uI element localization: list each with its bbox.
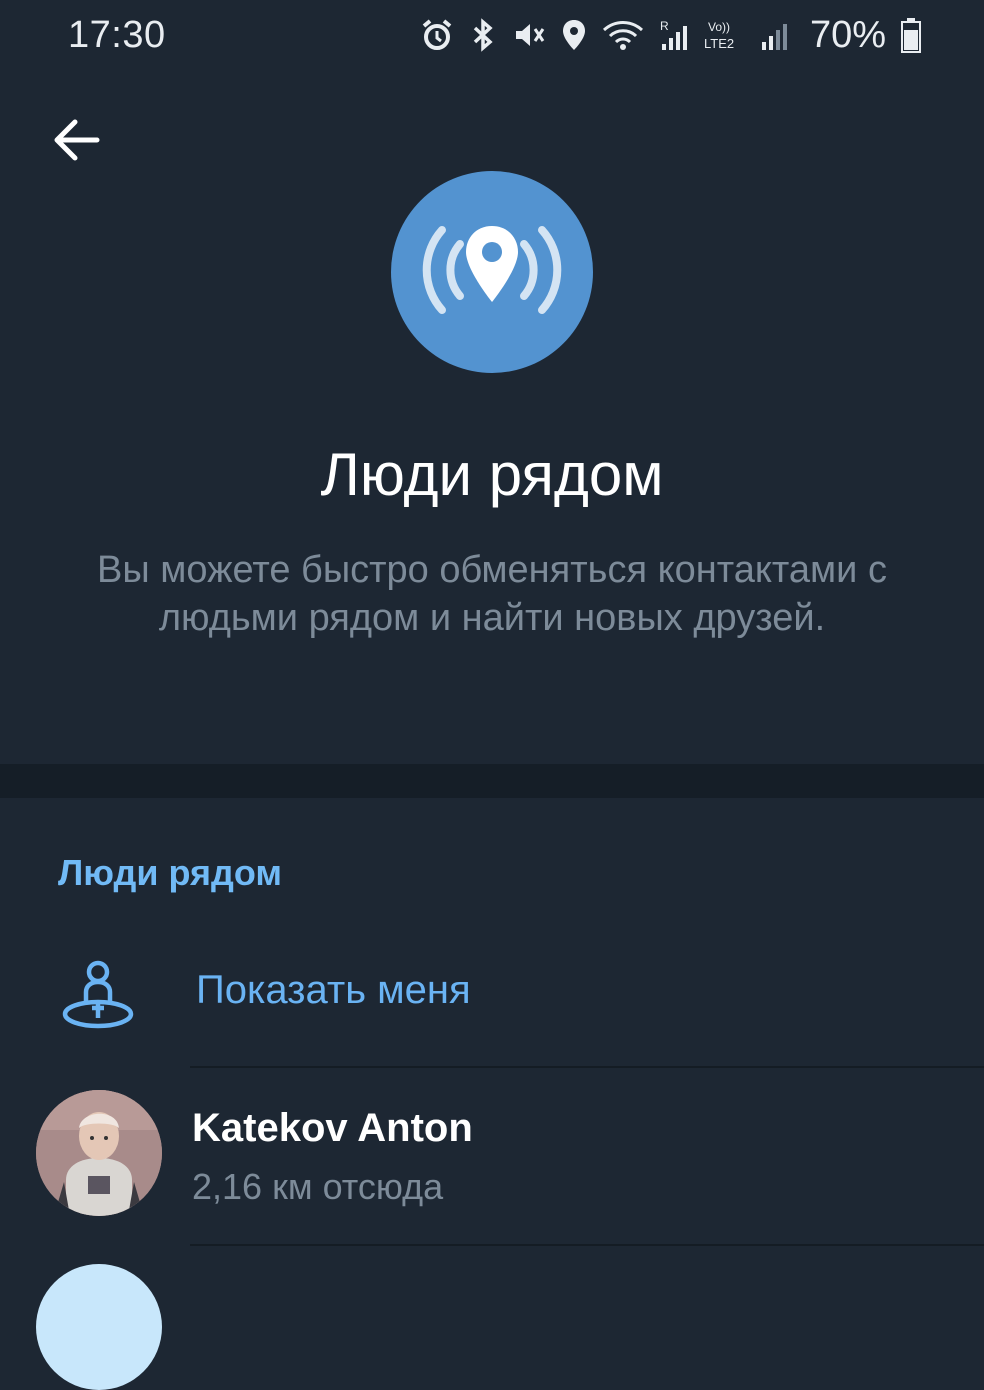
section-title: Люди рядом (58, 852, 283, 893)
page-subtitle: Вы можете быстро обменяться контактами с… (97, 549, 887, 639)
avatar (36, 1090, 162, 1216)
avatar (36, 1264, 162, 1390)
wifi-icon (602, 18, 644, 52)
signal-r-icon: R (658, 18, 688, 52)
volte-lte2-icon: Vo)) LTE2 (702, 18, 746, 52)
signal-icon (760, 18, 792, 52)
status-icons: R Vo)) LTE2 70% (420, 14, 922, 56)
section-divider (0, 764, 984, 798)
battery-icon (900, 17, 922, 53)
person-pin-icon (60, 960, 136, 1030)
mute-icon (512, 18, 546, 52)
header: Люди рядом Вы можете быстро обменяться к… (0, 70, 984, 764)
location-icon (560, 18, 588, 52)
svg-text:Vo)): Vo)) (708, 20, 730, 34)
back-button[interactable] (46, 112, 106, 172)
status-time: 17:30 (68, 14, 166, 56)
location-broadcast-icon (412, 210, 572, 335)
arrow-left-icon (51, 118, 101, 167)
svg-text:R: R (660, 19, 669, 33)
battery-percent: 70% (809, 13, 886, 56)
row-divider (190, 1244, 984, 1246)
status-bar: 17:30 R Vo)) LTE2 70% (0, 0, 984, 70)
row-divider (190, 1066, 984, 1068)
show-me-label: Показать меня (196, 968, 471, 1012)
bluetooth-icon (468, 18, 498, 52)
nearby-user-row[interactable]: Katekov Anton 2,16 км отсюда (0, 1070, 984, 1246)
show-me-button[interactable]: Показать меня (0, 928, 984, 1058)
svg-text:LTE2: LTE2 (704, 36, 734, 51)
page-title: Люди рядом (320, 441, 664, 508)
people-nearby-section: Люди рядом Показать меня Katekov Anton 2… (0, 798, 984, 1390)
alarm-icon (420, 18, 454, 52)
user-distance: 2,16 км отсюда (192, 1166, 444, 1207)
hero-badge (391, 171, 593, 373)
user-name: Katekov Anton (192, 1106, 473, 1150)
